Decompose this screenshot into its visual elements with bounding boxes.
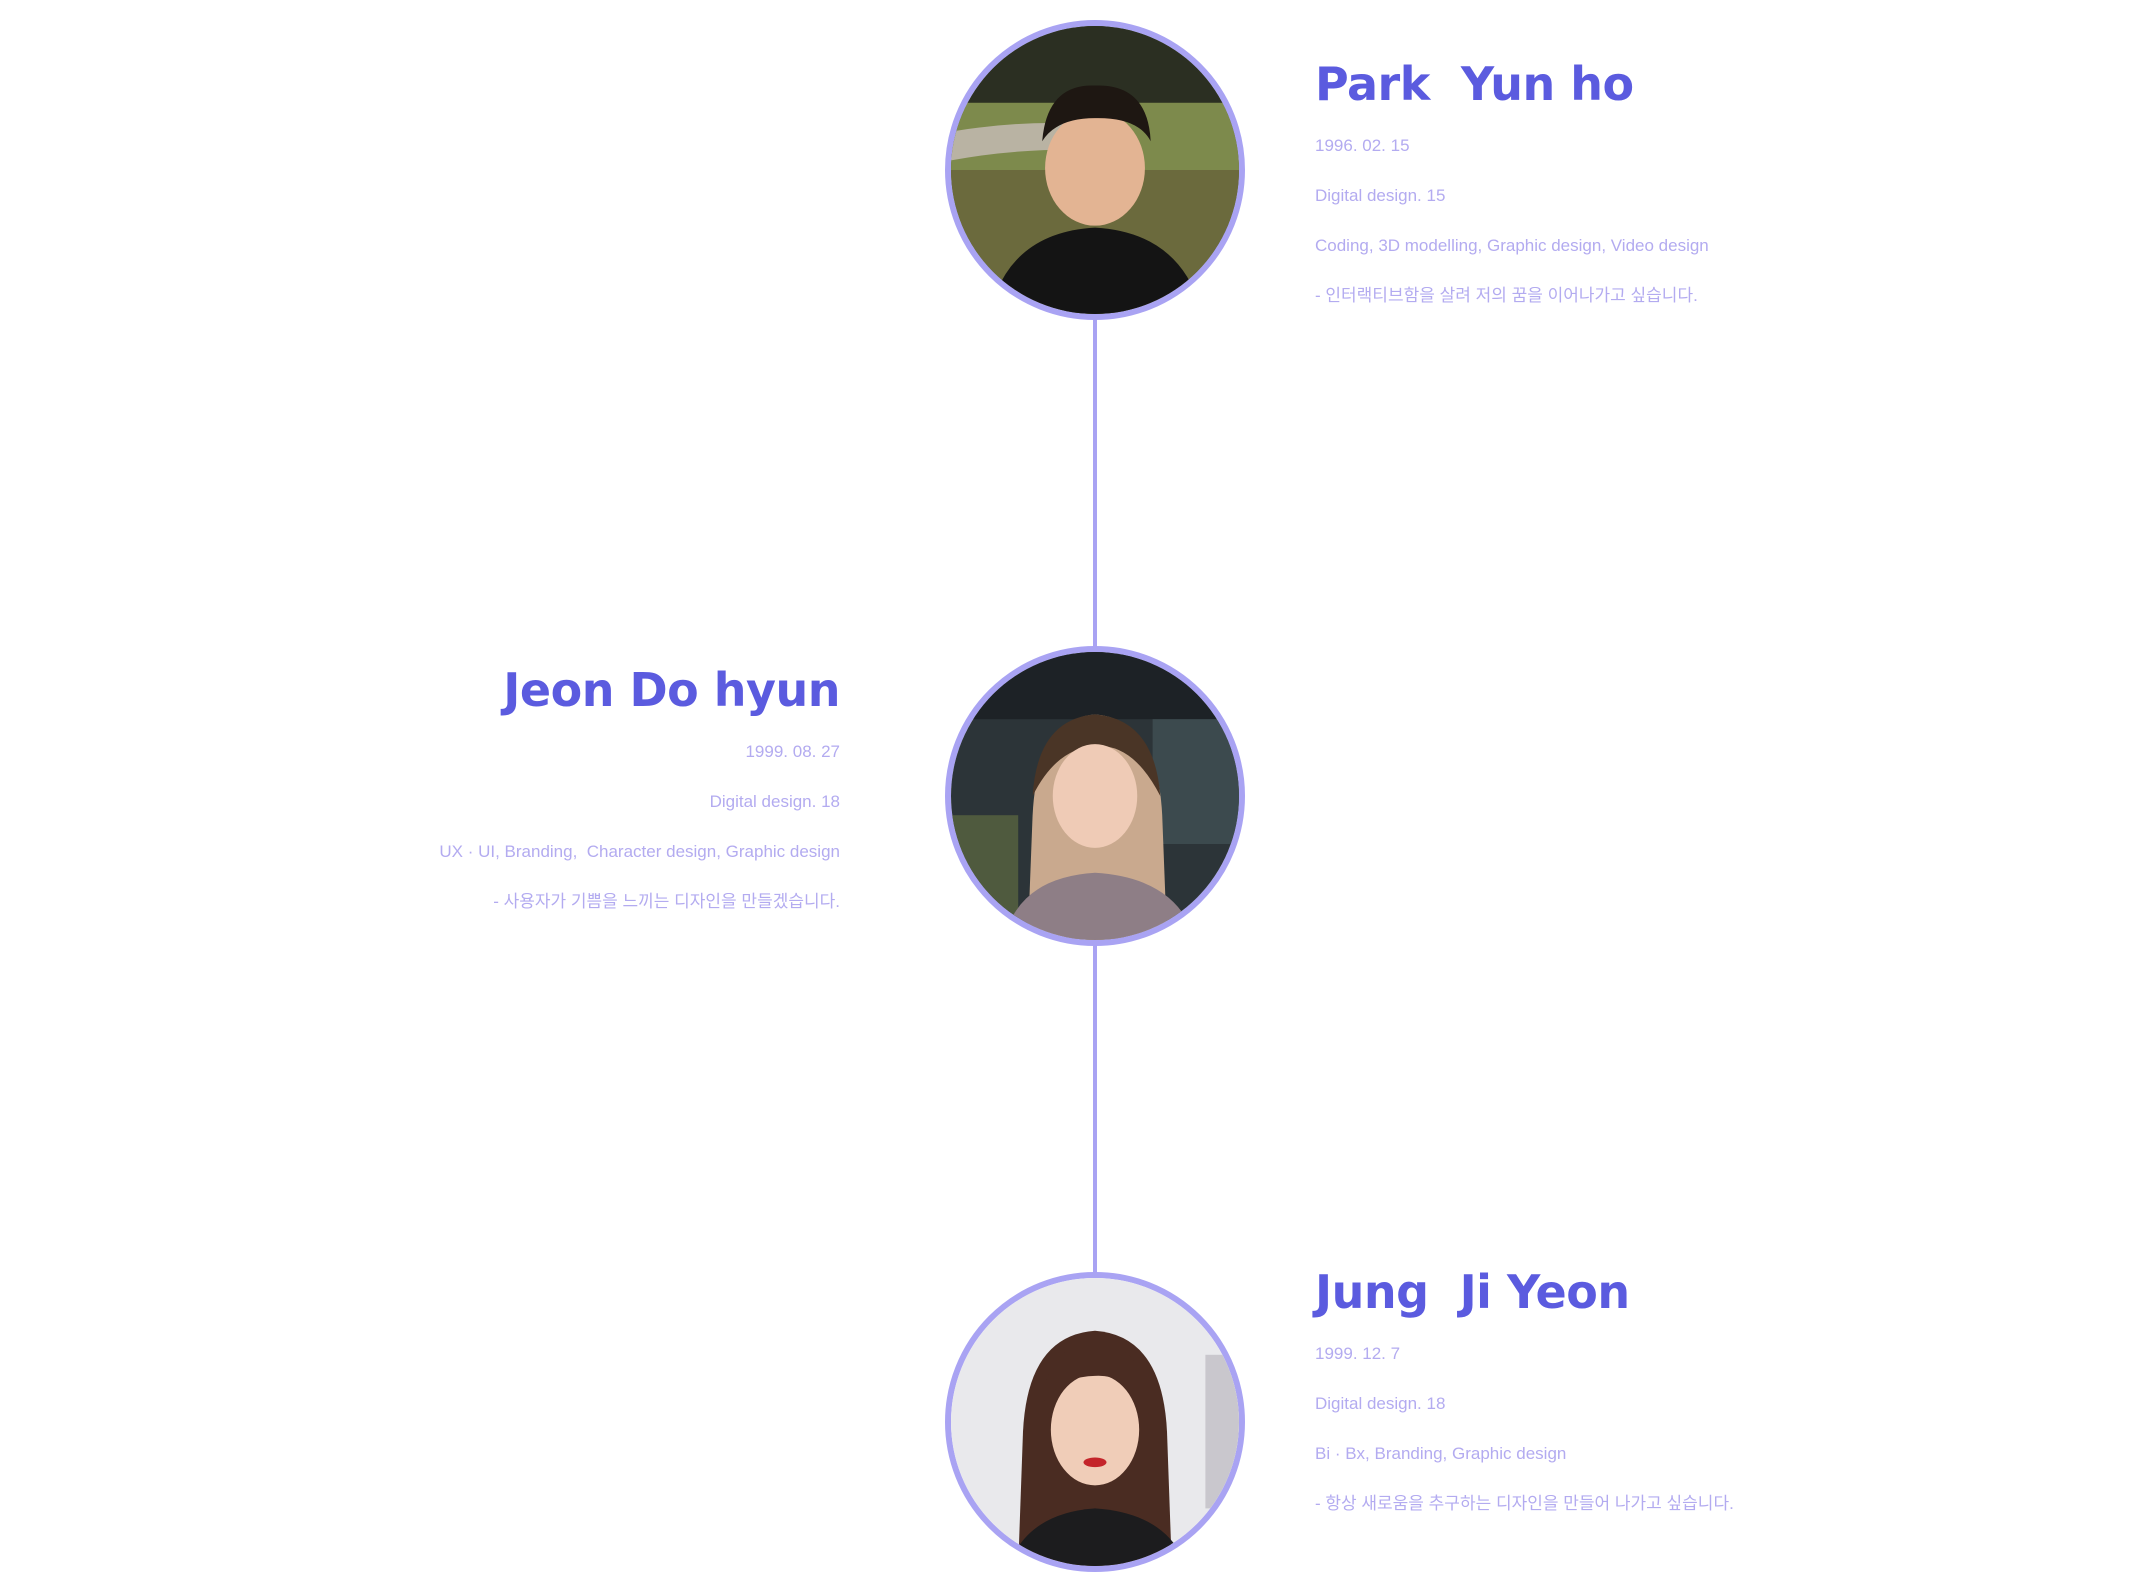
member-birthdate: 1999. 12. 7 [1315,1344,1401,1363]
member-skills: UX · UI, Branding, Character design, Gra… [439,842,840,861]
member-info-park-yun-ho: Park Yun ho 1996. 02. 15 Digital design.… [1315,54,1709,336]
member-birthdate: 1999. 08. 27 [745,742,840,761]
member-info-jeon-do-hyun: Jeon Do hyun 1999. 08. 27 Digital design… [439,660,840,942]
member-photo-jeon-do-hyun [945,646,1245,946]
member-department: Digital design. 18 [1315,1394,1446,1413]
member-motto: - 항상 새로움을 추구하는 디자인을 만들어 나가고 싶습니다. [1315,1494,1734,1513]
member-birthdate: 1996. 02. 15 [1315,136,1410,155]
member-motto: - 인터랙티브함을 살려 저의 꿈을 이어나가고 싶습니다. [1315,286,1698,305]
member-department: Digital design. 18 [709,792,840,811]
member-name: Jung Ji Yeon [1315,1265,1630,1319]
member-motto: - 사용자가 기쁨을 느끼는 디자인을 만들겠습니다. [493,892,840,911]
member-department: Digital design. 15 [1315,186,1446,205]
member-photo-jung-ji-yeon [945,1272,1245,1572]
member-name: Jeon Do hyun [503,663,840,717]
member-skills: Bi · Bx, Branding, Graphic design [1315,1444,1567,1463]
member-skills: Coding, 3D modelling, Graphic design, Vi… [1315,236,1709,255]
member-name: Park Yun ho [1315,57,1634,111]
member-info-jung-ji-yeon: Jung Ji Yeon 1999. 12. 7 Digital design.… [1315,1262,1734,1544]
member-photo-park-yun-ho [945,20,1245,320]
